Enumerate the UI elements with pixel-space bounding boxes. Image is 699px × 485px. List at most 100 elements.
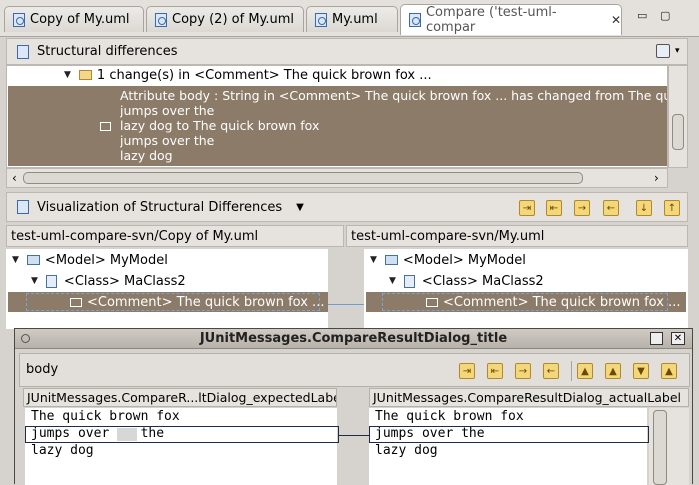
maximize-button[interactable]: ▢ [660,9,670,22]
chevron-down-icon[interactable]: ▾ [675,46,680,56]
expected-label: JUnitMessages.CompareR...ltDialog_expect… [23,388,337,407]
scrollbar-thumb[interactable] [672,114,684,150]
detail-line: lazy dog [120,148,173,163]
chevron-down-icon[interactable]: ▼ [370,255,377,265]
class-icon [403,274,415,288]
previous-change-icon[interactable]: ▲ [661,363,677,379]
previous-difference-icon[interactable]: ▲ [605,363,621,379]
tree-item-model[interactable]: ▼ <Model> MyModel [370,252,526,268]
tab-copy-of-my-uml[interactable]: Copy of My.uml [4,6,144,32]
tab-label: Copy (2) of My.uml [172,12,295,27]
text-line: lazy dog [375,443,438,458]
right-path-label: test-uml-compare-svn/My.uml [346,225,688,247]
comment-icon [426,297,438,307]
scroll-left-icon[interactable]: ‹ [12,171,17,185]
tree-item-class[interactable]: ▼ <Class> MaClass2 [31,273,186,289]
tab-compare[interactable]: Compare ('test-uml-compar ✕ [400,4,622,35]
compare-icon [17,200,29,214]
expected-text-area[interactable]: The quick brown fox jumps over the lazy … [25,408,337,485]
copy-all-left-to-right-icon[interactable]: ⇥ [519,200,535,216]
change-row[interactable]: ▼ 1 change(s) in <Comment> The quick bro… [64,67,432,83]
minimize-button[interactable]: ▭ [637,9,647,22]
tree-item-comment-selected[interactable]: <Comment> The quick brown fox ... [8,292,328,312]
panel-title: Visualization of Structural Differences [37,199,283,215]
model-icon [384,255,398,265]
uml-file-icon [315,12,327,27]
next-difference-icon[interactable]: ▲ [577,363,593,379]
detail-line: jumps over the [120,103,215,118]
tree-item-label: <Model> MyModel [44,252,168,268]
attribute-change-icon [100,122,111,131]
save-icon[interactable] [656,44,670,58]
close-button[interactable]: ✕ [671,332,685,345]
detail-line: Attribute body : String in <Comment> The… [120,88,667,103]
compare-result-dialog: JUnitMessages.CompareResultDialog_title … [14,328,693,485]
maximize-button[interactable] [650,332,663,345]
copy-all-right-to-left-icon[interactable]: ⇤ [546,200,562,216]
dialog-titlebar: JUnitMessages.CompareResultDialog_title … [15,329,692,349]
previous-difference-icon[interactable]: ↑ [664,200,680,216]
change-row-label: 1 change(s) in <Comment> The quick brown… [96,67,432,83]
chevron-down-icon[interactable]: ▼ [31,276,38,286]
tab-label: Copy of My.uml [30,12,130,27]
field-name-label: body [26,362,59,377]
scrollbar-thumb[interactable] [23,172,583,184]
dialog-title: JUnitMessages.CompareResultDialog_title [199,331,508,346]
tab-my-uml[interactable]: My.uml [306,6,398,32]
detail-line: jumps over the [120,133,215,148]
chevron-down-icon[interactable]: ▼ [12,255,19,265]
copy-right-to-left-icon[interactable]: ← [603,200,619,216]
model-icon [26,255,40,265]
copy-left-to-right-icon[interactable]: → [574,200,590,216]
panel-title: Structural differences [37,44,178,59]
chevron-down-icon[interactable]: ▼ [296,202,304,213]
toolbar-separator [571,361,572,381]
tree-item-label: <Model> MyModel [402,252,526,268]
tree-item-label: <Class> MaClass2 [421,273,544,289]
close-icon[interactable]: ✕ [611,13,621,27]
copy-right-to-left-icon[interactable]: ← [543,363,559,379]
scrollbar-thumb[interactable] [653,410,667,485]
diff-range-right [369,426,649,443]
actual-label: JUnitMessages.CompareResultDialog_actual… [369,388,689,407]
text-line: lazy dog [31,443,94,458]
change-folder-icon [78,70,92,80]
comment-icon [70,297,82,307]
class-icon [45,274,57,288]
next-change-icon[interactable]: ▼ [633,363,649,379]
vertical-scrollbar[interactable] [668,65,688,168]
tree-item-class[interactable]: ▼ <Class> MaClass2 [389,273,544,289]
diff-connector [328,304,364,305]
text-line: The quick brown fox [375,409,524,424]
tree-item-model[interactable]: ▼ <Model> MyModel [12,252,168,268]
uml-file-icon [155,12,167,27]
editor-tab-bar: Copy of My.uml Copy (2) of My.uml My.uml… [0,0,699,37]
horizontal-scrollbar[interactable]: ‹ › [6,168,668,188]
chevron-down-icon[interactable]: ▼ [389,276,396,286]
diff-token-highlight [117,428,137,441]
text-line: The quick brown fox [31,409,180,424]
tree-item-label: <Class> MaClass2 [63,273,186,289]
tree-item-comment-selected[interactable]: <Comment> The quick brown fox ... [366,292,686,312]
copy-left-to-right-icon[interactable]: → [515,363,531,379]
scroll-right-icon[interactable]: › [654,171,659,185]
copy-all-left-to-right-icon[interactable]: ⇥ [459,363,475,379]
next-difference-icon[interactable]: ↓ [636,200,652,216]
left-path-label: test-uml-compare-svn/Copy of My.uml [6,225,344,247]
diff-connector [339,435,369,436]
tree-item-label: <Comment> The quick brown fox ... [443,294,681,310]
vertical-scrollbar[interactable] [649,408,689,485]
diff-range-left [25,426,339,443]
diff-gutter [328,249,364,329]
tree-item-label: <Comment> The quick brown fox ... [87,294,325,310]
structural-differences-header: Structural differences [6,38,688,65]
copy-all-right-to-left-icon[interactable]: ⇤ [487,363,503,379]
chevron-down-icon[interactable]: ▼ [64,70,71,80]
uml-file-icon [13,12,25,27]
actual-text-area[interactable]: The quick brown fox jumps over the lazy … [369,408,647,485]
compare-icon [17,44,29,59]
tab-copy-2-of-my-uml[interactable]: Copy (2) of My.uml [146,6,304,32]
tab-label: Compare ('test-uml-compar [425,5,557,35]
detail-line: lazy dog to The quick brown fox [120,118,320,133]
change-detail-row[interactable]: Attribute body : String in <Comment> The… [8,86,667,166]
